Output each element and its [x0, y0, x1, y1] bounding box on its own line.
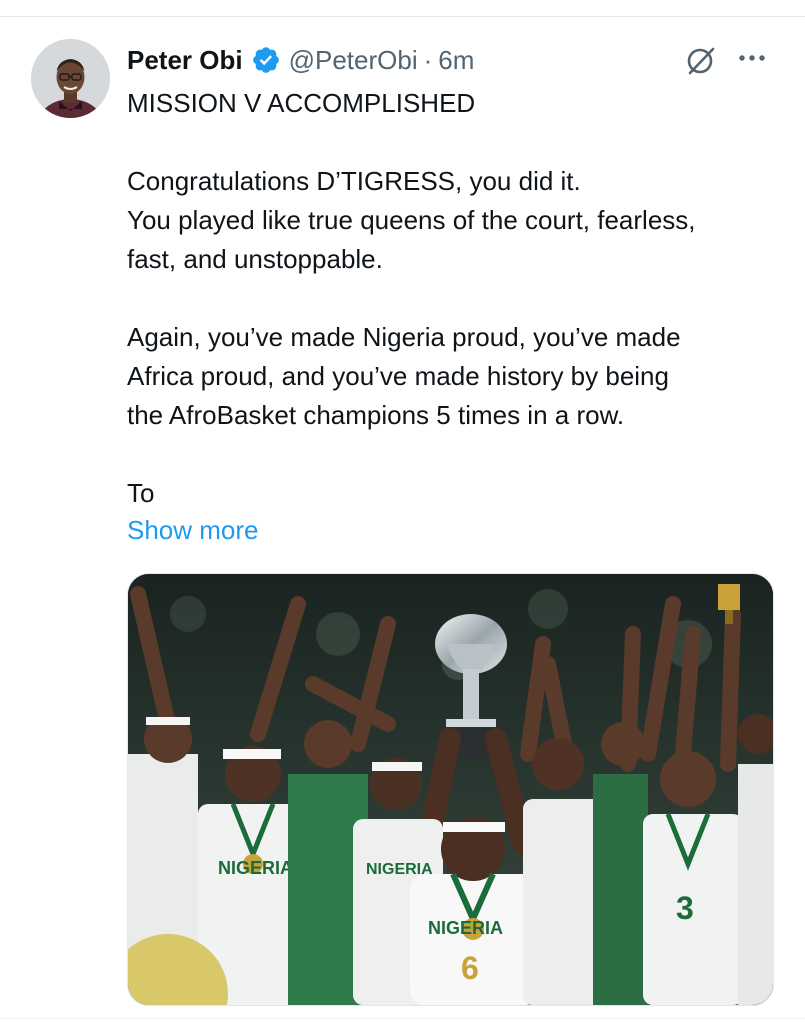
- tweet-timestamp[interactable]: 6m: [438, 45, 474, 76]
- jersey-number: 6: [461, 950, 479, 986]
- tweet-header: Peter Obi @PeterObi · 6m: [127, 40, 474, 80]
- tweet-line: the AfroBasket champions 5 times in a ro…: [127, 400, 625, 430]
- tweet-line: Again, you’ve made Nigeria proud, you’ve…: [127, 322, 681, 352]
- author-avatar[interactable]: [31, 39, 110, 118]
- celebration-photo: NIGERIA NIGERIA NIGERIA 6 3: [128, 574, 773, 1005]
- bottom-divider: [0, 1018, 805, 1019]
- jersey-number: 3: [676, 890, 694, 926]
- tweet-line: Congratulations D’TIGRESS, you did it.: [127, 166, 581, 196]
- tweet-line: Africa proud, and you’ve made history by…: [127, 361, 669, 391]
- author-display-name[interactable]: Peter Obi: [127, 45, 243, 76]
- tweet-line: fast, and unstoppable.: [127, 244, 383, 274]
- avatar-photo: [31, 39, 110, 118]
- tweet-text: MISSION V ACCOMPLISHED Congratulations D…: [127, 84, 787, 513]
- tweet-media-photo[interactable]: NIGERIA NIGERIA NIGERIA 6 3: [127, 573, 774, 1006]
- tweet-line: To: [127, 478, 155, 508]
- jersey-text: NIGERIA: [218, 858, 293, 878]
- author-handle[interactable]: @PeterObi: [289, 45, 418, 76]
- tweet-line: You played like true queens of the court…: [127, 205, 696, 235]
- jersey-text: NIGERIA: [428, 918, 503, 938]
- top-divider: [0, 16, 805, 17]
- verified-badge-icon[interactable]: [251, 45, 281, 75]
- grok-icon[interactable]: [684, 44, 718, 78]
- more-options-icon[interactable]: [737, 48, 767, 68]
- header-separator: ·: [423, 44, 433, 75]
- tweet-line-heading: MISSION V ACCOMPLISHED: [127, 88, 476, 118]
- show-more-link[interactable]: Show more: [127, 511, 259, 550]
